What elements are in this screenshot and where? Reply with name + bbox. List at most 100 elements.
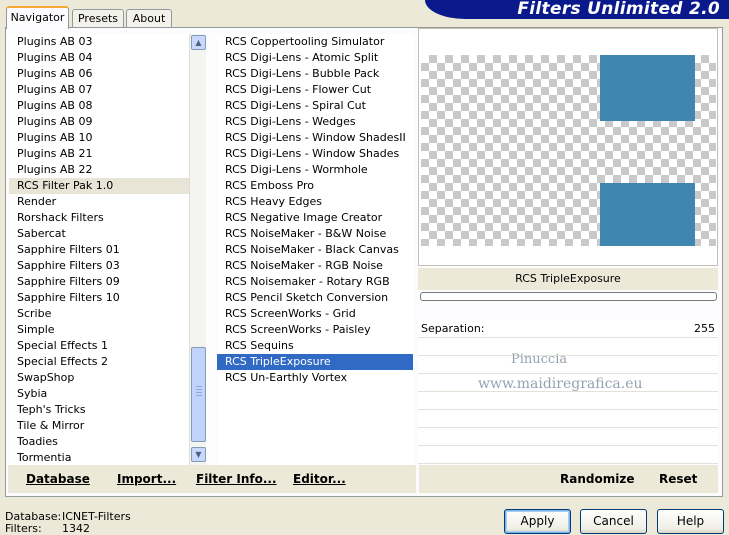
category-item[interactable]: Plugins AB 09	[9, 114, 190, 130]
filter-item[interactable]: RCS Digi-Lens - Window Shades	[217, 146, 413, 162]
category-item[interactable]: Scribe	[9, 306, 190, 322]
reset-button[interactable]: Reset	[659, 472, 697, 486]
apply-button[interactable]: Apply	[504, 509, 571, 534]
filter-item-label: RCS Digi-Lens - Flower Cut	[225, 83, 372, 96]
filter-item-label: RCS Digi-Lens - Bubble Pack	[225, 67, 380, 80]
filter-item[interactable]: RCS Sequins	[217, 338, 413, 354]
filter-item[interactable]: RCS Pencil Sketch Conversion	[217, 290, 413, 306]
filter-item-label: RCS TripleExposure	[223, 354, 333, 369]
filter-item[interactable]: RCS Noisemaker - Rotary RGB	[217, 274, 413, 290]
filter-item-label: RCS Digi-Lens - Wedges	[225, 115, 356, 128]
app-title: Filters Unlimited 2.0	[517, 0, 720, 19]
filter-item[interactable]: RCS Digi-Lens - Wormhole	[217, 162, 413, 178]
preview-block-top	[600, 55, 695, 121]
watermark-url: www.maidiregrafica.eu	[478, 376, 643, 392]
filter-item[interactable]: RCS NoiseMaker - Black Canvas	[217, 242, 413, 258]
param-row-empty	[418, 356, 718, 374]
category-item[interactable]: Plugins AB 06	[9, 66, 190, 82]
scroll-up-icon[interactable]: ▲	[191, 35, 206, 50]
category-item-label: Sapphire Filters 01	[17, 243, 120, 256]
category-item[interactable]: Plugins AB 21	[9, 146, 190, 162]
category-item-label: RCS Filter Pak 1.0	[17, 179, 114, 192]
category-item[interactable]: Sybia	[9, 386, 190, 402]
filter-item-label: RCS Pencil Sketch Conversion	[225, 291, 389, 304]
category-scrollbar[interactable]: ▲ ▼	[189, 34, 206, 465]
database-button[interactable]: Database	[26, 472, 90, 486]
category-item[interactable]: Teph's Tricks	[9, 402, 190, 418]
param-label: Separation:	[421, 322, 485, 335]
param-row-empty	[418, 338, 718, 356]
category-item[interactable]: Sapphire Filters 10	[9, 290, 190, 306]
category-item-label: Plugins AB 10	[17, 131, 93, 144]
preview-pane	[418, 28, 718, 266]
category-item[interactable]: Special Effects 1	[9, 338, 190, 354]
filter-list[interactable]: RCS Coppertooling Simulator RCS Digi-Lens…	[217, 34, 413, 465]
preview-canvas	[421, 55, 716, 246]
category-item[interactable]: RCS Filter Pak 1.0	[9, 178, 190, 194]
filter-item[interactable]: RCS ScreenWorks - Paisley	[217, 322, 413, 338]
category-item[interactable]: Sabercat	[9, 226, 190, 242]
category-item-label: Simple	[17, 323, 55, 336]
randomize-button[interactable]: Randomize	[560, 472, 634, 486]
category-item[interactable]: Special Effects 2	[9, 354, 190, 370]
category-item[interactable]: SwapShop	[9, 370, 190, 386]
filter-item[interactable]: RCS Digi-Lens - Atomic Split	[217, 50, 413, 66]
category-item[interactable]: Sapphire Filters 09	[9, 274, 190, 290]
scroll-thumb[interactable]	[191, 347, 206, 442]
tab-about[interactable]: About	[126, 9, 172, 28]
import-button[interactable]: Import...	[117, 472, 176, 486]
category-item-label: Tile & Mirror	[17, 419, 85, 432]
filter-item[interactable]: RCS Digi-Lens - Bubble Pack	[217, 66, 413, 82]
filter-item[interactable]: RCS Emboss Pro	[217, 178, 413, 194]
filter-item[interactable]: RCS Negative Image Creator	[217, 210, 413, 226]
category-item-label: Sybia	[17, 387, 48, 400]
category-item[interactable]: Tormentia	[9, 450, 190, 465]
category-item[interactable]: Sapphire Filters 03	[9, 258, 190, 274]
scroll-down-icon[interactable]: ▼	[191, 447, 206, 462]
filter-item-label: RCS NoiseMaker - Black Canvas	[225, 243, 399, 256]
category-item[interactable]: Plugins AB 10	[9, 130, 190, 146]
category-item[interactable]: Plugins AB 22	[9, 162, 190, 178]
category-item[interactable]: Plugins AB 03	[9, 34, 190, 50]
filter-item[interactable]: RCS Digi-Lens - Window ShadesII	[217, 130, 413, 146]
filter-item[interactable]: RCS Coppertooling Simulator	[217, 34, 413, 50]
filter-item[interactable]: RCS TripleExposure	[217, 354, 413, 370]
filter-item[interactable]: RCS Digi-Lens - Wedges	[217, 114, 413, 130]
category-item-label: Scribe	[17, 307, 52, 320]
filter-item[interactable]: RCS NoiseMaker - B&W Noise	[217, 226, 413, 242]
param-separation[interactable]: Separation: 255	[418, 320, 718, 338]
category-item[interactable]: Simple	[9, 322, 190, 338]
category-item[interactable]: Render	[9, 194, 190, 210]
category-item[interactable]: Plugins AB 04	[9, 50, 190, 66]
category-list[interactable]: Plugins AB 03 Plugins AB 04 Plugins AB 06 P…	[9, 34, 190, 465]
category-item[interactable]: Plugins AB 07	[9, 82, 190, 98]
param-row-empty	[418, 446, 718, 464]
filter-item[interactable]: RCS Digi-Lens - Flower Cut	[217, 82, 413, 98]
editor-button[interactable]: Editor...	[293, 472, 346, 486]
category-item[interactable]: Rorshack Filters	[9, 210, 190, 226]
filter-item[interactable]: RCS Digi-Lens - Spiral Cut	[217, 98, 413, 114]
category-item-label: Plugins AB 21	[17, 147, 93, 160]
category-item[interactable]: Sapphire Filters 01	[9, 242, 190, 258]
filter-info-button[interactable]: Filter Info...	[196, 472, 277, 486]
filter-item[interactable]: RCS NoiseMaker - RGB Noise	[217, 258, 413, 274]
filter-item-label: RCS Negative Image Creator	[225, 211, 383, 224]
category-item[interactable]: Plugins AB 08	[9, 98, 190, 114]
filter-item[interactable]: RCS ScreenWorks - Grid	[217, 306, 413, 322]
param-row-empty	[418, 392, 718, 410]
help-button[interactable]: Help	[657, 509, 724, 534]
filter-item[interactable]: RCS Un-Earthly Vortex	[217, 370, 413, 386]
category-item[interactable]: Tile & Mirror	[9, 418, 190, 434]
category-item[interactable]: Toadies	[9, 434, 190, 450]
filters-label: Filters:	[5, 522, 42, 535]
filter-item-label: RCS ScreenWorks - Grid	[225, 307, 356, 320]
filter-item[interactable]: RCS Heavy Edges	[217, 194, 413, 210]
category-item-label: Plugins AB 03	[17, 35, 93, 48]
param-row-empty	[418, 410, 718, 428]
tab-navigator[interactable]: Navigator	[6, 6, 69, 29]
category-item-label: Sapphire Filters 10	[17, 291, 120, 304]
cancel-button[interactable]: Cancel	[580, 509, 647, 534]
category-item-label: SwapShop	[17, 371, 75, 384]
filter-item-label: RCS Digi-Lens - Atomic Split	[225, 51, 379, 64]
tab-presets[interactable]: Presets	[72, 9, 124, 28]
